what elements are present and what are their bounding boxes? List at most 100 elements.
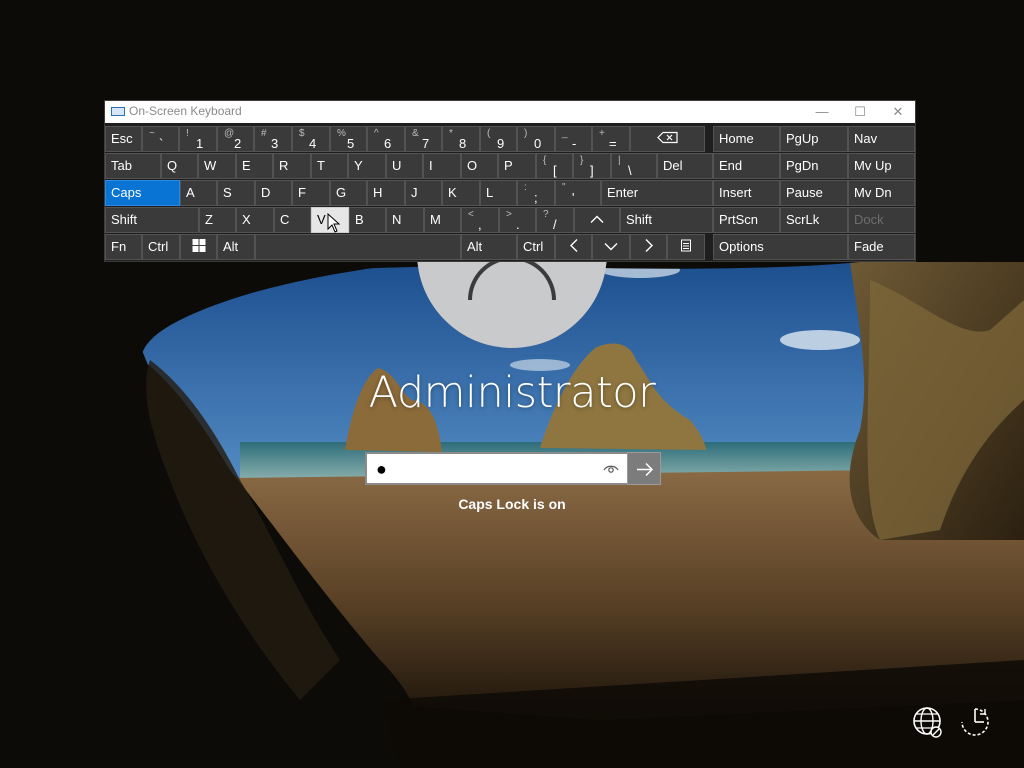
- key-blank[interactable]: ~ `: [142, 126, 179, 152]
- arrow-right-icon: [637, 462, 654, 477]
- key-alt[interactable]: Alt: [461, 234, 517, 260]
- key-pgdn[interactable]: PgDn: [780, 153, 848, 179]
- minimize-button[interactable]: —: [803, 101, 841, 123]
- key-blank[interactable]: " ': [555, 180, 601, 206]
- key-blank[interactable]: <,: [461, 207, 499, 233]
- key-w[interactable]: W: [198, 153, 236, 179]
- key-j[interactable]: J: [405, 180, 442, 206]
- key-blank[interactable]: }]: [573, 153, 611, 179]
- key-fn[interactable]: Fn: [105, 234, 142, 260]
- key-z[interactable]: Z: [199, 207, 236, 233]
- key-e[interactable]: E: [236, 153, 273, 179]
- maximize-button[interactable]: ☐: [841, 101, 879, 123]
- key-label: Mv Dn: [854, 185, 892, 200]
- key-r[interactable]: R: [273, 153, 311, 179]
- key-mv-dn[interactable]: Mv Dn: [848, 180, 915, 206]
- key-q[interactable]: Q: [161, 153, 198, 179]
- key-n[interactable]: N: [386, 207, 424, 233]
- key-prtscn[interactable]: PrtScn: [713, 207, 780, 233]
- key-blank[interactable]: ? /: [536, 207, 574, 233]
- title-bar[interactable]: On-Screen Keyboard — ☐ ✕: [105, 101, 915, 123]
- key-shift-char: ^: [374, 128, 379, 139]
- key-2[interactable]: @2: [217, 126, 254, 152]
- key-enter[interactable]: Enter: [601, 180, 713, 206]
- key-a[interactable]: A: [180, 180, 217, 206]
- key-end[interactable]: End: [713, 153, 780, 179]
- key-k[interactable]: K: [442, 180, 480, 206]
- key-shift[interactable]: Shift: [105, 207, 199, 233]
- key-b[interactable]: B: [349, 207, 386, 233]
- key-ctrl[interactable]: Ctrl: [142, 234, 180, 260]
- key-x[interactable]: X: [236, 207, 274, 233]
- key-4[interactable]: $4: [292, 126, 330, 152]
- key-g[interactable]: G: [330, 180, 367, 206]
- key-ctrl[interactable]: Ctrl: [517, 234, 555, 260]
- key-char: 6: [384, 136, 392, 151]
- key-label: Shift: [111, 212, 138, 227]
- key-y[interactable]: Y: [348, 153, 386, 179]
- reveal-password-icon[interactable]: [603, 461, 619, 477]
- key-arrow-down[interactable]: [592, 234, 630, 260]
- key-o[interactable]: O: [461, 153, 498, 179]
- key-label: Nav: [854, 131, 878, 146]
- key-label: X: [242, 212, 251, 227]
- key-esc[interactable]: Esc: [105, 126, 142, 152]
- key-label: End: [719, 158, 743, 173]
- key-shift[interactable]: Shift: [620, 207, 713, 233]
- password-field[interactable]: ●: [365, 452, 661, 485]
- key-arrow-up[interactable]: [574, 207, 620, 233]
- key-backslash[interactable]: | \: [611, 153, 657, 179]
- key-fade[interactable]: Fade: [848, 234, 915, 260]
- key-blank[interactable]: >.: [499, 207, 536, 233]
- key-pause[interactable]: Pause: [780, 180, 848, 206]
- close-button[interactable]: ✕: [879, 101, 917, 123]
- key-u[interactable]: U: [386, 153, 423, 179]
- key-label: Ctrl: [523, 239, 544, 254]
- key-arrow-left[interactable]: [555, 234, 592, 260]
- key-nav[interactable]: Nav: [848, 126, 915, 152]
- key-dock[interactable]: Dock: [848, 207, 915, 233]
- submit-button[interactable]: [627, 452, 661, 485]
- key-arrow-right[interactable]: [630, 234, 667, 260]
- key-alt[interactable]: Alt: [217, 234, 255, 260]
- key-mv-up[interactable]: Mv Up: [848, 153, 915, 179]
- key-blank[interactable]: :;: [517, 180, 555, 206]
- key-space[interactable]: [255, 234, 461, 260]
- key-3[interactable]: #3: [254, 126, 292, 152]
- key-i[interactable]: I: [423, 153, 461, 179]
- key-tab[interactable]: Tab: [105, 153, 161, 179]
- key-t[interactable]: T: [311, 153, 348, 179]
- key-pgup[interactable]: PgUp: [780, 126, 848, 152]
- key-menu-key[interactable]: [667, 234, 705, 260]
- key-blank[interactable]: _ -: [555, 126, 592, 152]
- key-0[interactable]: ) 0: [517, 126, 555, 152]
- key-home[interactable]: Home: [713, 126, 780, 152]
- network-icon[interactable]: [911, 705, 945, 739]
- key-m[interactable]: M: [424, 207, 461, 233]
- key-6[interactable]: ^ 6: [367, 126, 405, 152]
- key-s[interactable]: S: [217, 180, 255, 206]
- key-7[interactable]: & 7: [405, 126, 442, 152]
- key-insert[interactable]: Insert: [713, 180, 780, 206]
- key-del[interactable]: Del: [657, 153, 713, 179]
- key-v[interactable]: V: [311, 207, 349, 233]
- key-c[interactable]: C: [274, 207, 311, 233]
- key-p[interactable]: P: [498, 153, 536, 179]
- key-1[interactable]: ! 1: [179, 126, 217, 152]
- key-l[interactable]: L: [480, 180, 517, 206]
- key-d[interactable]: D: [255, 180, 292, 206]
- key-options[interactable]: Options: [713, 234, 848, 260]
- key-9[interactable]: (9: [480, 126, 517, 152]
- ease-of-access-icon[interactable]: [958, 705, 992, 739]
- key-blank[interactable]: {[: [536, 153, 573, 179]
- key-h[interactable]: H: [367, 180, 405, 206]
- key-8[interactable]: * 8: [442, 126, 480, 152]
- key-label: Tab: [111, 158, 132, 173]
- key-backspace[interactable]: [630, 126, 705, 152]
- key-windows[interactable]: [180, 234, 217, 260]
- key-blank[interactable]: + =: [592, 126, 630, 152]
- key-caps[interactable]: Caps: [105, 180, 180, 206]
- key-f[interactable]: F: [292, 180, 330, 206]
- key-scrlk[interactable]: ScrLk: [780, 207, 848, 233]
- key-5[interactable]: % 5: [330, 126, 367, 152]
